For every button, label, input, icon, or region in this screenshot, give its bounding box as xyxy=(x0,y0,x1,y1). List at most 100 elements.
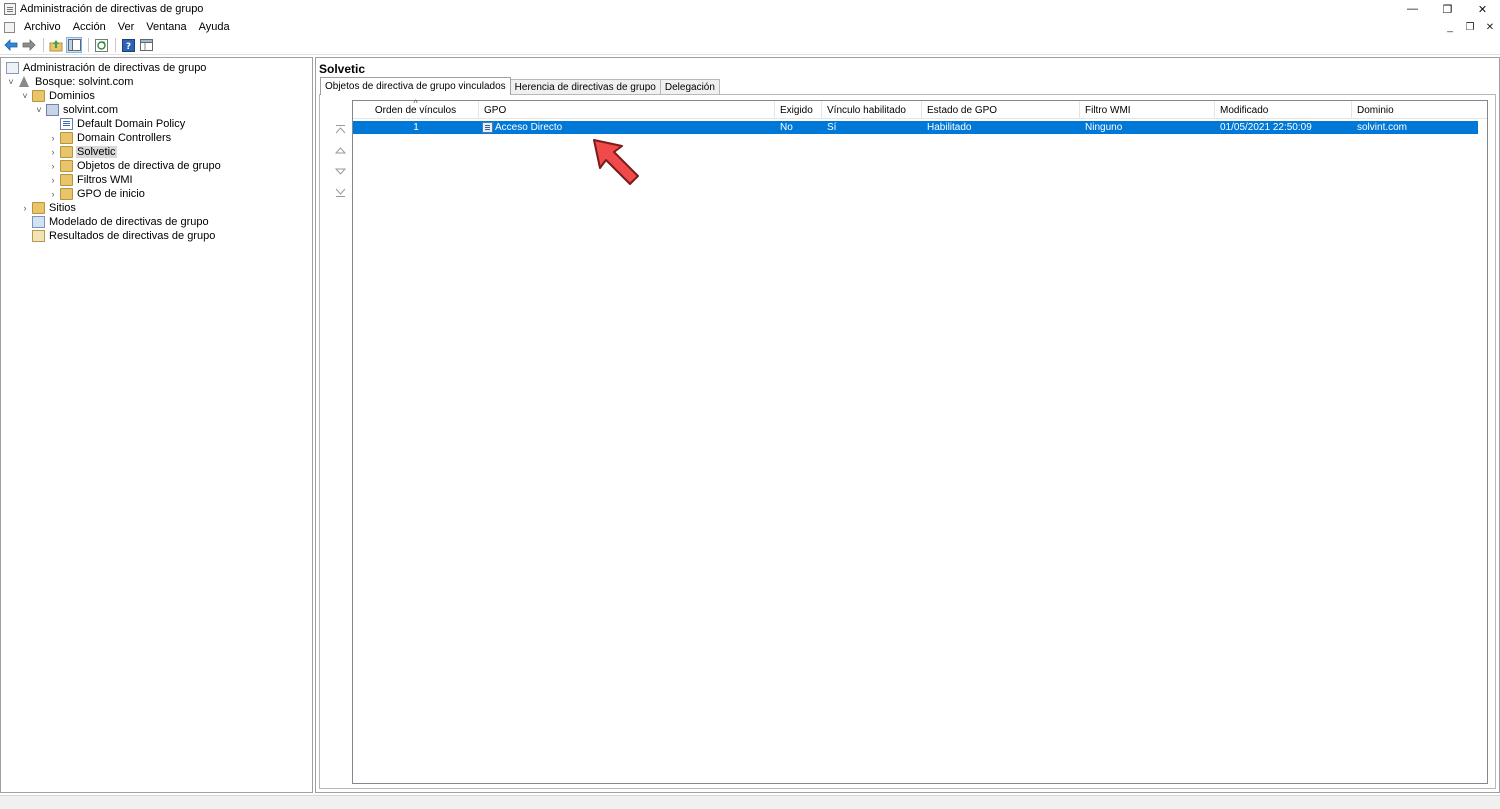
ou-folder-icon xyxy=(60,132,73,144)
child-restore-button[interactable]: ❐ xyxy=(1460,18,1480,36)
app-icon xyxy=(4,3,16,15)
tree-item-dominios[interactable]: ˅ Dominios xyxy=(20,89,96,103)
tree-item-sites[interactable]: › Sitios xyxy=(20,201,77,215)
column-header-filtro[interactable]: Filtro WMI xyxy=(1080,101,1215,119)
restore-button[interactable]: ❐ xyxy=(1430,0,1465,18)
move-bottom-icon[interactable] xyxy=(332,184,348,200)
column-header-gpo[interactable]: GPO xyxy=(479,101,775,119)
child-close-button[interactable]: ✕ xyxy=(1480,18,1500,36)
tree-item-label: Solvetic xyxy=(76,146,117,158)
tree-item-domain-controllers[interactable]: › Domain Controllers xyxy=(48,131,172,145)
close-button[interactable]: ✕ xyxy=(1465,0,1500,18)
sites-icon xyxy=(32,202,45,214)
tree-item-gp-modeling[interactable]: Modelado de directivas de grupo xyxy=(32,215,210,229)
expand-chevron-icon[interactable]: › xyxy=(48,187,58,201)
menu-accion[interactable]: Acción xyxy=(67,21,112,33)
linked-gpo-list[interactable]: ^ Orden de vínculos GPO Exigido Vínculo … xyxy=(352,98,1488,784)
show-hide-tree-icon[interactable] xyxy=(66,37,82,53)
cell-filtro: Ninguno xyxy=(1085,122,1123,133)
tree-item-forest[interactable]: ˅ Bosque: solvint.com xyxy=(6,75,134,89)
column-header-modificado[interactable]: Modificado xyxy=(1215,101,1352,119)
cell-dominio: solvint.com xyxy=(1357,122,1408,133)
window-controls: — ❐ ✕ xyxy=(1395,0,1500,18)
menu-ayuda[interactable]: Ayuda xyxy=(193,21,236,33)
table-row[interactable]: 1 Acceso Directo No Sí Habilitado Ningun… xyxy=(353,121,1478,134)
console-tree[interactable]: Administración de directivas de grupo ˅ … xyxy=(0,57,313,793)
cell-gpo-label: Acceso Directo xyxy=(495,122,563,133)
tree-item-label: Dominios xyxy=(49,90,95,102)
tab-delegation[interactable]: Delegación xyxy=(659,79,720,95)
title-bar: Administración de directivas de grupo — … xyxy=(0,0,1500,18)
tree-item-label: Resultados de directivas de grupo xyxy=(49,230,216,242)
cell-exigido: No xyxy=(780,122,793,133)
tab-inheritance[interactable]: Herencia de directivas de grupo xyxy=(509,79,661,95)
svg-text:?: ? xyxy=(125,42,130,52)
toolbar: ? xyxy=(0,36,1500,55)
column-header-orden[interactable]: ^ Orden de vínculos xyxy=(353,98,479,119)
details-pane: Solvetic Objetos de directiva de grupo v… xyxy=(315,57,1500,793)
gpmc-root-icon xyxy=(6,62,19,74)
tree-item-default-domain-policy[interactable]: Default Domain Policy xyxy=(60,117,186,131)
mmc-document-icon[interactable] xyxy=(4,21,15,33)
column-header-exigido[interactable]: Exigido xyxy=(775,101,822,119)
forward-arrow-icon[interactable] xyxy=(21,37,37,53)
tree-item-label: Bosque: solvint.com xyxy=(35,76,134,88)
move-up-icon[interactable] xyxy=(332,142,348,158)
refresh-icon[interactable] xyxy=(93,37,109,53)
details-title: Solvetic xyxy=(319,62,366,76)
column-header-vinculo[interactable]: Vínculo habilitado xyxy=(822,101,922,119)
column-header-estado[interactable]: Estado de GPO xyxy=(922,101,1080,119)
tree-item-label: Domain Controllers xyxy=(77,132,172,144)
collapse-chevron-icon[interactable]: ˅ xyxy=(20,89,30,103)
expand-chevron-icon[interactable]: › xyxy=(48,159,58,173)
move-top-icon[interactable] xyxy=(332,121,348,137)
gpo-folder-icon xyxy=(60,160,73,172)
tree-item-gpo-objects[interactable]: › Objetos de directiva de grupo xyxy=(48,159,222,173)
tab-content: ^ Orden de vínculos GPO Exigido Vínculo … xyxy=(319,94,1496,789)
tree-item-label: solvint.com xyxy=(63,104,119,116)
cell-gpo: Acceso Directo xyxy=(479,121,775,134)
tree-item-label: Administración de directivas de grupo xyxy=(23,62,207,74)
console-view-icon[interactable] xyxy=(138,37,154,53)
tree-item-gpmc-root[interactable]: Administración de directivas de grupo xyxy=(6,61,207,75)
expand-chevron-icon[interactable]: › xyxy=(48,173,58,187)
tree-item-starter-gpos[interactable]: › GPO de inicio xyxy=(48,187,146,201)
expand-chevron-icon[interactable]: › xyxy=(20,201,30,215)
back-arrow-icon[interactable] xyxy=(3,37,19,53)
tree-item-wmi-filters[interactable]: › Filtros WMI xyxy=(48,173,134,187)
tree-item-label: GPO de inicio xyxy=(77,188,145,200)
cell-orden: 1 xyxy=(413,122,419,133)
up-folder-icon[interactable] xyxy=(48,37,64,53)
menu-ver[interactable]: Ver xyxy=(112,21,141,33)
minimize-button[interactable]: — xyxy=(1395,0,1430,18)
expand-chevron-icon[interactable]: › xyxy=(48,131,58,145)
modeling-icon xyxy=(32,216,45,228)
tree-item-domain-solvint[interactable]: ˅ solvint.com xyxy=(34,103,119,117)
tab-linked-gpos[interactable]: Objetos de directiva de grupo vinculados xyxy=(320,77,511,95)
menu-archivo[interactable]: Archivo xyxy=(18,21,67,33)
starter-gpo-folder-icon xyxy=(60,188,73,200)
collapse-chevron-icon[interactable]: ˅ xyxy=(34,103,44,117)
ou-folder-icon xyxy=(60,146,73,158)
child-window-controls: _ ❐ ✕ xyxy=(1440,18,1500,36)
collapse-chevron-icon[interactable]: ˅ xyxy=(6,75,16,89)
menu-ventana[interactable]: Ventana xyxy=(140,21,192,33)
expand-chevron-icon[interactable]: › xyxy=(48,145,58,159)
gpo-link-icon xyxy=(60,118,73,130)
move-down-icon[interactable] xyxy=(332,163,348,179)
status-bar xyxy=(0,795,1500,809)
help-icon[interactable]: ? xyxy=(120,37,136,53)
cell-estado: Habilitado xyxy=(927,122,972,133)
column-header-dominio[interactable]: Dominio xyxy=(1352,101,1487,119)
gpo-link-icon xyxy=(482,122,493,133)
cell-modificado: 01/05/2021 22:50:09 xyxy=(1220,122,1312,133)
link-order-buttons xyxy=(332,121,348,205)
tab-strip: Objetos de directiva de grupo vinculados… xyxy=(320,77,720,95)
list-header: ^ Orden de vínculos GPO Exigido Vínculo … xyxy=(353,98,1487,119)
tree-item-solvetic[interactable]: › Solvetic xyxy=(48,145,117,159)
menu-bar: Archivo Acción Ver Ventana Ayuda _ ❐ ✕ xyxy=(0,18,1500,36)
toolbar-separator xyxy=(115,38,116,52)
child-minimize-button[interactable]: _ xyxy=(1440,18,1460,36)
tree-item-gp-results[interactable]: Resultados de directivas de grupo xyxy=(32,229,216,243)
cell-vinculo: Sí xyxy=(827,122,837,133)
